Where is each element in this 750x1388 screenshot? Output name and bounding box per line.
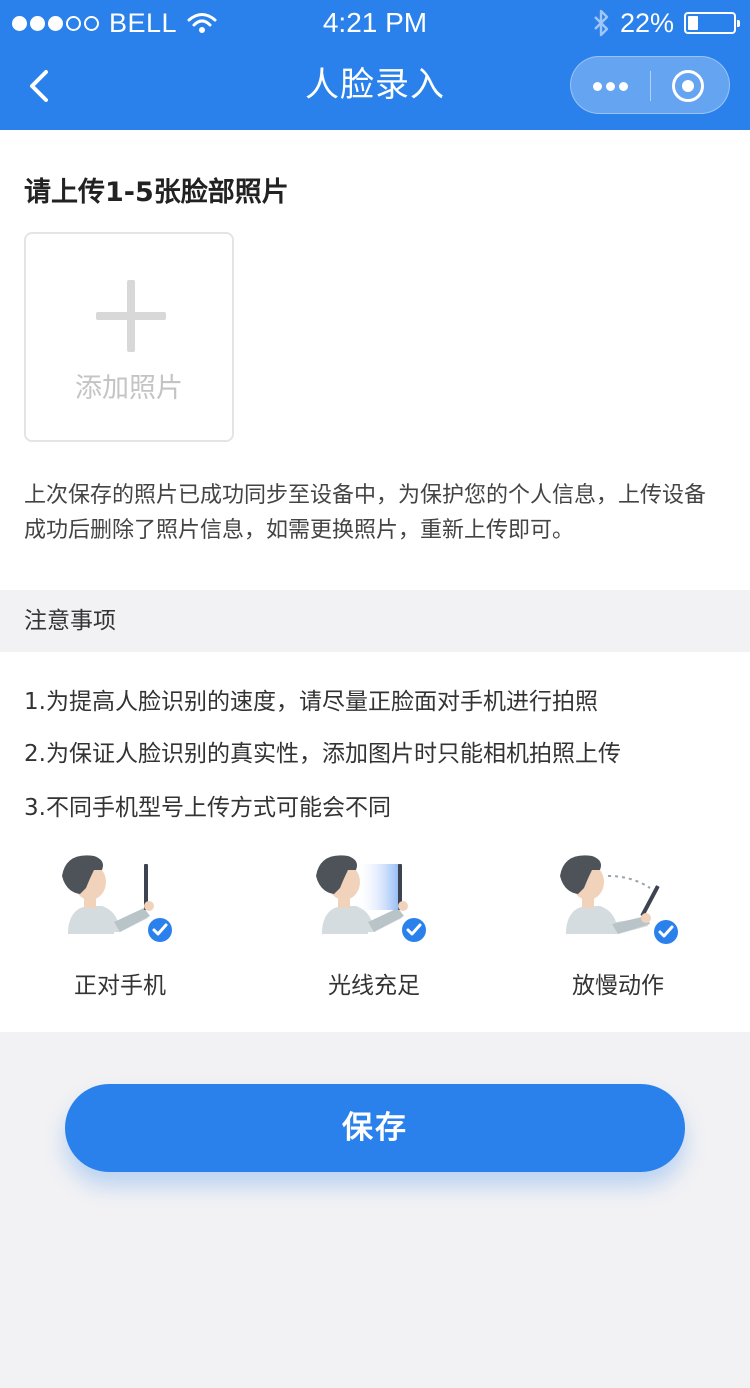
notice-item: 1.为提高人脸识别的速度，请尽量正脸面对手机进行拍照 [24, 689, 598, 715]
save-button[interactable]: 保存 [65, 1084, 685, 1172]
notice-header: 注意事项 [0, 590, 750, 652]
notice-item: 2.为保证人脸识别的真实性，添加图片时只能相机拍照上传 [24, 741, 621, 767]
notice-heading: 注意事项 [24, 608, 116, 634]
tip-slow: 放慢动作 [538, 848, 698, 999]
more-dots-icon[interactable] [593, 57, 633, 115]
top-bar: BELL 4:21 PM 22% 人脸录入 [0, 0, 750, 130]
status-right: 22% [592, 0, 740, 46]
add-photo-label: 添加照片 [75, 373, 183, 404]
tip-label: 放慢动作 [572, 973, 664, 999]
navigation-bar: 人脸录入 [0, 46, 750, 130]
battery-percent: 22% [619, 8, 674, 38]
plus-icon-vertical [127, 280, 135, 352]
tip-light: 光线充足 [294, 848, 454, 999]
slow-move-illustration [560, 855, 680, 946]
capsule-divider [650, 71, 651, 101]
add-photo-button[interactable]: 添加照片 [24, 232, 234, 442]
upload-title: 请上传1-5张脸部照片 [24, 177, 289, 208]
tip-label: 光线充足 [328, 973, 420, 999]
tip-face-phone: 正对手机 [40, 848, 200, 999]
bluetooth-icon [594, 9, 609, 37]
upload-section: 请上传1-5张脸部照片 添加照片 上次保存的照片已成功同步至设备中，为保护您的个… [0, 130, 750, 590]
status-bar: BELL 4:21 PM 22% [0, 0, 750, 46]
upload-note: 上次保存的照片已成功同步至设备中，为保护您的个人信息，上传设备成功后删除了照片信… [24, 483, 707, 543]
mini-program-capsule [570, 56, 730, 114]
battery-fill [688, 16, 698, 30]
notice-body: 1.为提高人脸识别的速度，请尽量正脸面对手机进行拍照 2.为保证人脸识别的真实性… [0, 652, 750, 1032]
notice-item: 3.不同手机型号上传方式可能会不同 [24, 795, 391, 821]
light-phone-illustration [316, 855, 428, 944]
target-circle-icon[interactable] [672, 70, 704, 102]
battery-icon [684, 12, 740, 34]
face-phone-illustration [62, 855, 174, 944]
tip-label: 正对手机 [74, 973, 166, 999]
